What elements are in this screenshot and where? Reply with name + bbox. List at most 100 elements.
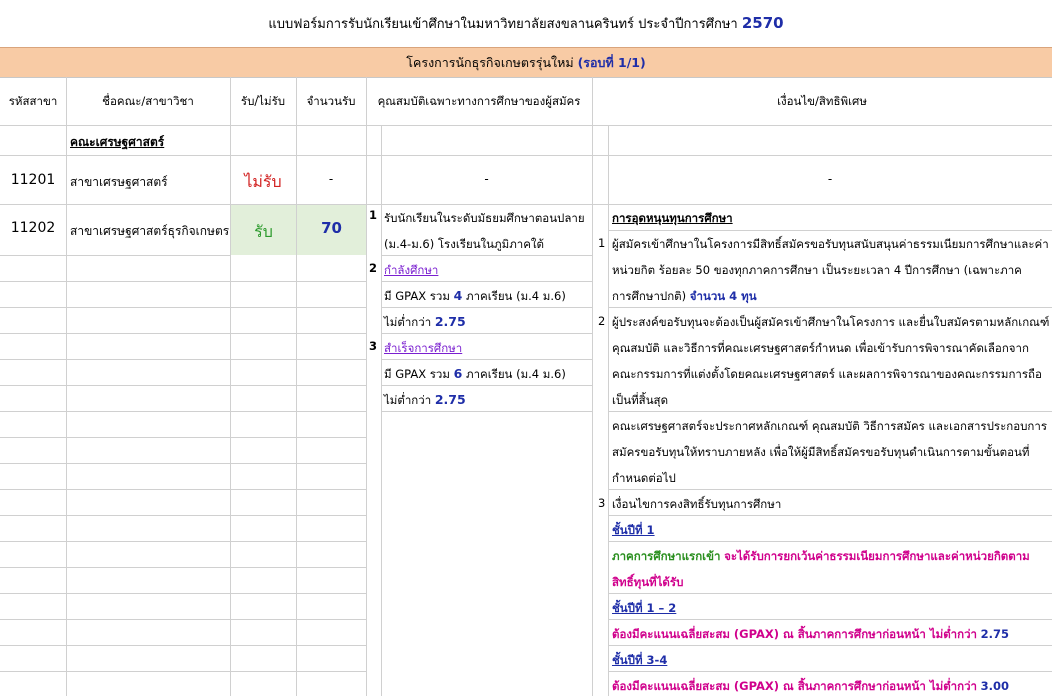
grid-line	[366, 77, 367, 696]
grid-line	[381, 255, 592, 256]
condition-value: 3.00	[980, 679, 1010, 693]
header-count: จำนวนรับ	[306, 94, 356, 108]
grid-line	[0, 255, 230, 256]
grid-line	[381, 359, 592, 360]
condition-magenta-text: ต้องมีคะแนนเฉลี่ยสะสม (GPAX) ณ สิ้นภาคกา…	[612, 627, 978, 641]
condition-number: 3	[598, 496, 606, 510]
condition-number: 2	[598, 314, 606, 328]
grid-line	[592, 77, 593, 696]
header-code: รหัสสาขา	[8, 94, 58, 108]
condition-number: 1	[598, 236, 606, 250]
grid-line	[0, 281, 366, 282]
condition-text: ผู้ประสงค์ขอรับทุนจะต้องเป็นผู้สมัครเข้า…	[612, 315, 1050, 329]
grid-line	[0, 489, 366, 490]
qual-value: 4	[453, 288, 463, 303]
status-badge: รับ	[254, 222, 273, 241]
condition-text: สมัครขอรับทุนให้ทราบภายหลัง เพื่อให้ผู้ม…	[612, 445, 1030, 459]
header-faculty: ชื่อคณะ/สาขาวิชา	[102, 94, 194, 108]
grid-line	[608, 645, 1052, 646]
year-title: ชั้นปีที่ 1 – 2	[612, 601, 677, 615]
row-code: 11201	[10, 172, 56, 188]
row-major: สาขาเศรษฐศาสตร์ธุรกิจเกษตร	[70, 224, 230, 238]
project-banner: โครงการนักธุรกิจเกษตรรุ่นใหม่ (รอบที่ 1/…	[0, 47, 1052, 78]
row-count: 70	[321, 219, 342, 237]
condition-text: การศึกษาปกติ)	[612, 289, 687, 303]
qual-text: รับนักเรียนในระดับมัธยมศึกษาตอนปลาย	[384, 211, 585, 225]
header-qualifications: คุณสมบัติเฉพาะทางการศึกษาของผู้สมัคร	[377, 94, 581, 108]
qual-value: 2.75	[434, 392, 466, 407]
qual-text: ภาคเรียน (ม.4 ม.6)	[465, 289, 566, 303]
grid-line	[0, 619, 366, 620]
qual-title: สำเร็จการศึกษา	[384, 341, 463, 355]
qual-number: 2	[369, 261, 378, 275]
round-label: (รอบที่ 1/1)	[577, 55, 646, 70]
grid-line	[608, 541, 1052, 542]
grid-line	[381, 307, 592, 308]
grid-line	[381, 333, 592, 334]
grid-line	[381, 281, 592, 282]
header-accept: รับ/ไม่รับ	[240, 94, 286, 108]
condition-magenta-text: ต้องมีคะแนนเฉลี่ยสะสม (GPAX) ณ สิ้นภาคกา…	[612, 679, 978, 693]
grid-line	[0, 155, 1052, 156]
condition-text: กำหนดต่อไป	[612, 471, 676, 485]
grid-line	[608, 515, 1052, 516]
condition-highlight: จำนวน 4 ทุน	[689, 289, 757, 303]
grid-line	[608, 619, 1052, 620]
grid-line	[0, 567, 366, 568]
grid-line	[0, 671, 366, 672]
grid-line	[0, 125, 1052, 126]
form-title-text: แบบฟอร์มการรับนักเรียนเข้าศึกษาในมหาวิทย…	[268, 17, 738, 32]
qual-text: ไม่ต่ำกว่า	[384, 393, 432, 407]
condition-text: เป็นที่สิ้นสุด	[612, 393, 669, 407]
grid-line	[608, 593, 1052, 594]
grid-line	[0, 333, 366, 334]
grid-line	[0, 463, 366, 464]
grid-line	[66, 77, 67, 696]
qual-text: (ม.4-ม.6) โรงเรียนในภูมิภาคใต้	[384, 237, 545, 251]
year-title: ชั้นปีที่ 3-4	[612, 653, 668, 667]
condition-green-text: ภาคการศึกษาแรกเข้า	[612, 549, 721, 563]
condition-value: 2.75	[980, 627, 1010, 641]
grid-line	[0, 541, 366, 542]
condition-text: หน่วยกิต ร้อยละ 50 ของทุกภาคการศึกษา เป็…	[612, 263, 1022, 277]
grid-line	[0, 515, 366, 516]
grid-line	[0, 385, 366, 386]
year-title: ชั้นปีที่ 1	[612, 523, 655, 537]
status-badge: ไม่รับ	[244, 172, 282, 191]
grid-line	[0, 204, 1052, 205]
grid-line	[0, 307, 366, 308]
faculty-name: คณะเศรษฐศาสตร์	[70, 135, 165, 149]
grid-line	[0, 437, 366, 438]
grid-line	[608, 411, 1052, 412]
qual-value: 2.75	[434, 314, 466, 329]
qual-number: 3	[369, 339, 378, 353]
qual-value: 6	[453, 366, 463, 381]
grid-line	[0, 359, 366, 360]
row-qualification: -	[484, 172, 489, 186]
condition-magenta-text: สิทธิ์ทุนที่ได้รับ	[612, 575, 684, 589]
grid-line	[0, 645, 366, 646]
header-conditions: เงื่อนไข/สิทธิพิเศษ	[777, 94, 867, 108]
grid-line	[0, 593, 366, 594]
grid-line	[608, 489, 1052, 490]
row-count: -	[328, 172, 334, 186]
grid-line	[0, 411, 366, 412]
grid-line	[296, 77, 297, 696]
form-year: 2570	[741, 14, 784, 32]
condition-text: คณะเศรษฐศาสตร์จะประกาศหลักเกณฑ์ คุณสมบัต…	[612, 419, 1048, 433]
qual-text: มี GPAX รวม	[384, 367, 450, 381]
condition-text: ผู้สมัครเข้าศึกษาในโครงการมีสิทธิ์สมัครข…	[612, 237, 1049, 251]
qual-title: กำลังศึกษา	[384, 263, 439, 277]
condition-heading: การอุดหนุนทุนการศึกษา	[612, 211, 733, 225]
qual-number: 1	[369, 208, 378, 222]
condition-text: คุณสมบัติ และวิธีการที่คณะเศรษฐศาสตร์กำห…	[612, 341, 1029, 355]
condition-text: คณะกรรมการที่แต่งตั้งโดยคณะเศรษฐศาสตร์ แ…	[612, 367, 1042, 381]
grid-line	[381, 385, 592, 386]
form-title: แบบฟอร์มการรับนักเรียนเข้าศึกษาในมหาวิทย…	[0, 0, 1052, 46]
grid-line	[608, 307, 1052, 308]
row-major: สาขาเศรษฐศาสตร์	[70, 175, 168, 189]
condition-text: เงื่อนไขการคงสิทธิ์รับทุนการศึกษา	[612, 497, 782, 511]
grid-line	[608, 671, 1052, 672]
project-name: โครงการนักธุรกิจเกษตรรุ่นใหม่	[406, 55, 574, 70]
row-condition: -	[827, 172, 833, 186]
